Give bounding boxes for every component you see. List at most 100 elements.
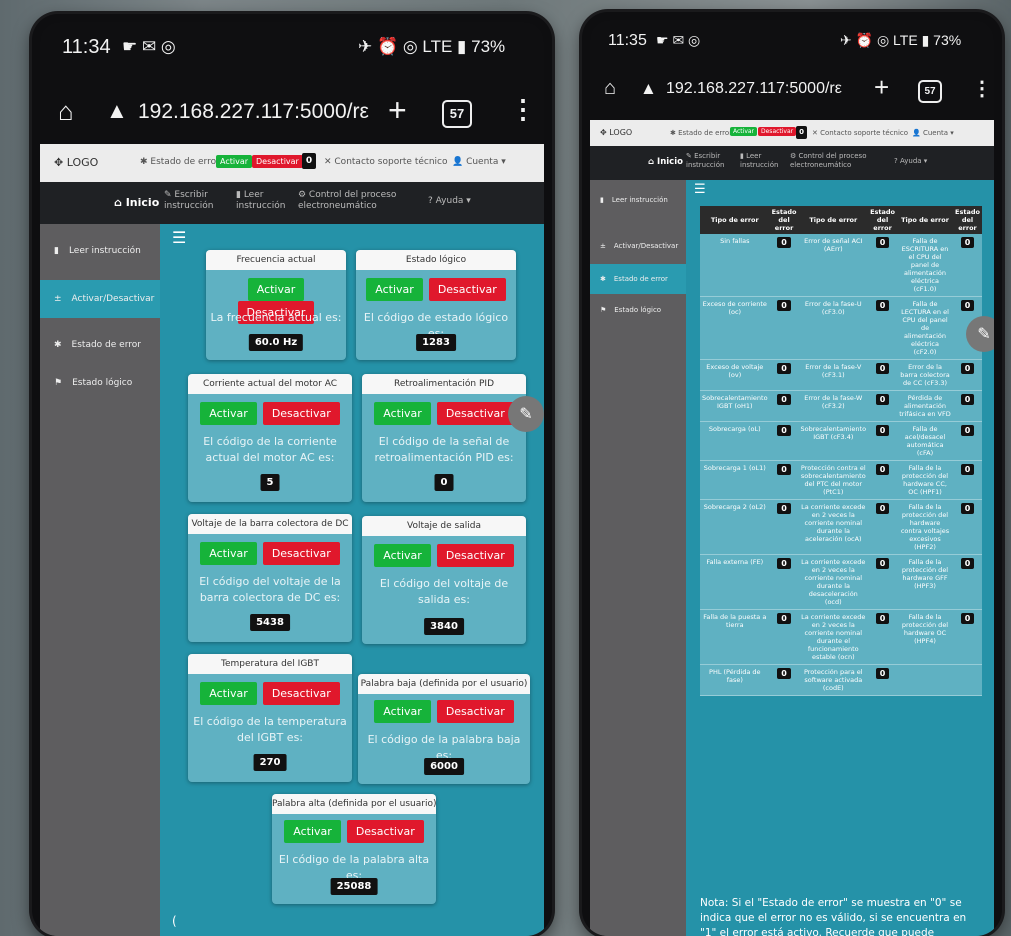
estado-error-link[interactable]: ✱ Estado de error xyxy=(670,129,732,137)
activar-button[interactable]: Activar xyxy=(366,278,423,301)
card-buttons: ActivarDesactivar xyxy=(358,700,530,723)
topbar-desactivar-button[interactable]: Desactivar xyxy=(758,127,797,136)
topbar-desactivar-button[interactable]: Desactivar xyxy=(252,155,303,168)
sidebar-item-activar[interactable]: ± Activar/Desactivar xyxy=(40,280,160,318)
sidebar-item-leer[interactable]: ▮ Leer instrucción xyxy=(590,188,686,212)
column-header: Estado del error xyxy=(953,206,982,234)
nav-inicio[interactable]: ⌂ Inicio xyxy=(114,196,159,209)
error-type-cell: Falla de la protección del hardware OC (… xyxy=(897,609,954,665)
desactivar-button[interactable]: Desactivar xyxy=(436,700,514,723)
error-state-cell: 0 xyxy=(953,609,982,665)
browser-url-bar: ⌂ ▲ 192.168.227.117:5000/rε + 57 ⋮ xyxy=(40,92,544,136)
desactivar-button[interactable]: Desactivar xyxy=(262,682,340,705)
desactivar-button[interactable]: Desactivar xyxy=(428,278,506,301)
activar-button[interactable]: Activar xyxy=(374,402,431,425)
desactivar-button[interactable]: Desactivar xyxy=(262,402,340,425)
card-value: 6000 xyxy=(424,758,464,775)
new-tab-icon[interactable]: + xyxy=(874,72,889,103)
activar-button[interactable]: Activar xyxy=(200,682,257,705)
left-screen: 11:34 ☛ ✉ ◎ ✈ ⏰ ◎ LTE ▮ 73% ⌂ ▲ 192.168.… xyxy=(40,22,544,936)
error-state-cell: 0 xyxy=(868,421,897,461)
desactivar-button[interactable]: Desactivar xyxy=(436,402,514,425)
sidebar-item-estado-error[interactable]: ✱ Estado de error xyxy=(590,264,686,294)
contacto-link[interactable]: ✕ Contacto soporte técnico xyxy=(324,157,448,167)
card-description: El código de la señal de retroalimentaci… xyxy=(374,435,514,464)
footer-char: ( xyxy=(172,914,177,928)
card-title: Voltaje de la barra colectora de DC xyxy=(188,514,352,534)
nav-ayuda-dropdown[interactable]: ? Ayuda ▾ xyxy=(428,196,471,206)
activar-button[interactable]: Activar xyxy=(200,402,257,425)
contacto-link[interactable]: ✕ Contacto soporte técnico xyxy=(812,129,908,137)
browser-menu-icon[interactable]: ⋮ xyxy=(972,76,992,101)
browser-menu-icon[interactable]: ⋮ xyxy=(510,94,536,125)
menu-toggle-icon[interactable]: ☰ xyxy=(694,182,706,197)
nav-escribir[interactable]: ✎ Escribir instrucción xyxy=(164,190,214,212)
menu-toggle-icon[interactable]: ☰ xyxy=(172,228,186,247)
cuenta-dropdown[interactable]: 👤 Cuenta ▾ xyxy=(912,129,954,137)
activar-button[interactable]: Activar xyxy=(374,700,431,723)
sidebar-item-label: Activar/Desactivar xyxy=(71,294,155,304)
url-field[interactable]: 192.168.227.117:5000/rε xyxy=(666,80,842,98)
sidebar-item-leer[interactable]: ▮ Leer instrucción xyxy=(40,236,160,266)
url-field[interactable]: 192.168.227.117:5000/rε xyxy=(138,100,369,124)
logo: ✥ LOGO xyxy=(600,128,633,137)
pencil-icon[interactable]: ✎ xyxy=(508,396,544,432)
pencil-icon[interactable]: ✎ xyxy=(966,316,994,352)
nav-leer[interactable]: ▮ Leer instrucción xyxy=(236,190,286,212)
card-title: Corriente actual del motor AC xyxy=(188,374,352,394)
error-state-badge: 0 xyxy=(875,300,890,311)
tab-count[interactable]: 57 xyxy=(918,80,942,103)
sidebar-item-activar[interactable]: ± Activar/Desactivar xyxy=(590,234,686,258)
error-type-cell: Falla de acel/desacel automática (cFA) xyxy=(897,421,954,461)
tab-count[interactable]: 57 xyxy=(442,100,472,128)
error-type-cell: Sobrecalentamiento IGBT (cF3.4) xyxy=(798,421,869,461)
nav-leer[interactable]: ▮ Leer instrucción xyxy=(740,152,780,170)
cuenta-dropdown[interactable]: 👤 Cuenta ▾ xyxy=(452,157,506,167)
activar-button[interactable]: Activar xyxy=(200,542,257,565)
nav-control[interactable]: ⚙ Control del proceso electroneumático xyxy=(298,190,408,212)
topbar-activar-button[interactable]: Activar xyxy=(216,155,253,168)
activar-button[interactable]: Activar xyxy=(374,544,431,567)
nav-control[interactable]: ⚙ Control del proceso electroneumático xyxy=(790,152,876,170)
card-value: 25088 xyxy=(330,878,378,895)
error-type-cell: Falla de ESCRITURA en el CPU del panel d… xyxy=(897,234,954,297)
activar-button[interactable]: Activar xyxy=(247,278,305,301)
column-header: Tipo de error xyxy=(897,206,954,234)
error-state-cell: 0 xyxy=(953,421,982,461)
error-state-badge: 0 xyxy=(777,464,791,475)
card-value: 0 xyxy=(434,474,454,491)
desactivar-button[interactable]: Desactivar xyxy=(436,544,514,567)
warning-icon: ▲ xyxy=(640,79,657,98)
desactivar-button[interactable]: Desactivar xyxy=(346,820,424,843)
desactivar-button[interactable]: Desactivar xyxy=(262,542,340,565)
estado-error-link[interactable]: ✱ Estado de error xyxy=(140,157,220,167)
activar-button[interactable]: Activar xyxy=(284,820,341,843)
card-buttons: ActivarDesactivar xyxy=(362,402,526,425)
table-row: Sobrecarga 1 (oL1) 0 Protección contra el … xyxy=(700,460,982,500)
error-type-cell: Falla de la protección del hardware cont… xyxy=(897,499,954,555)
error-state-cell: 0 xyxy=(769,421,799,461)
error-type-cell: Falla de la protección del hardware CC, … xyxy=(897,460,954,500)
error-type-cell: Error de la barra colectora de CC (cF3.3… xyxy=(897,359,954,391)
card-buttons: ActivarDesactivar xyxy=(356,278,516,301)
sidebar-item-estado-error[interactable]: ✱ Estado de error xyxy=(40,330,160,360)
nav-ayuda-dropdown[interactable]: ? Ayuda ▾ xyxy=(894,157,927,165)
error-state-badge: 0 xyxy=(875,464,890,475)
error-state-cell: 0 xyxy=(953,359,982,391)
error-state-badge: 0 xyxy=(875,425,890,436)
error-state-cell: 0 xyxy=(953,234,982,297)
error-state-badge: 0 xyxy=(777,503,791,514)
nav-inicio[interactable]: ⌂ Inicio xyxy=(648,157,683,167)
topbar-activar-button[interactable]: Activar xyxy=(730,127,758,136)
home-icon[interactable]: ⌂ xyxy=(604,77,616,100)
sidebar-item-estado-logico[interactable]: ⚑ Estado lógico xyxy=(40,368,160,398)
nav-escribir[interactable]: ✎ Escribir instrucción xyxy=(686,152,726,170)
error-type-cell: Error de la fase-V (cF3.1) xyxy=(798,359,869,391)
error-type-cell: PHL (Pérdida de fase) xyxy=(700,664,770,696)
error-state-cell: 0 xyxy=(868,554,897,610)
sidebar-item-estado-logico[interactable]: ⚑ Estado lógico xyxy=(590,298,686,322)
error-state-cell: 0 xyxy=(868,499,897,555)
new-tab-icon[interactable]: + xyxy=(388,92,407,129)
table-row: Exceso de voltaje (ov) 0 Error de la fase-… xyxy=(700,359,982,391)
home-icon[interactable]: ⌂ xyxy=(58,96,74,127)
